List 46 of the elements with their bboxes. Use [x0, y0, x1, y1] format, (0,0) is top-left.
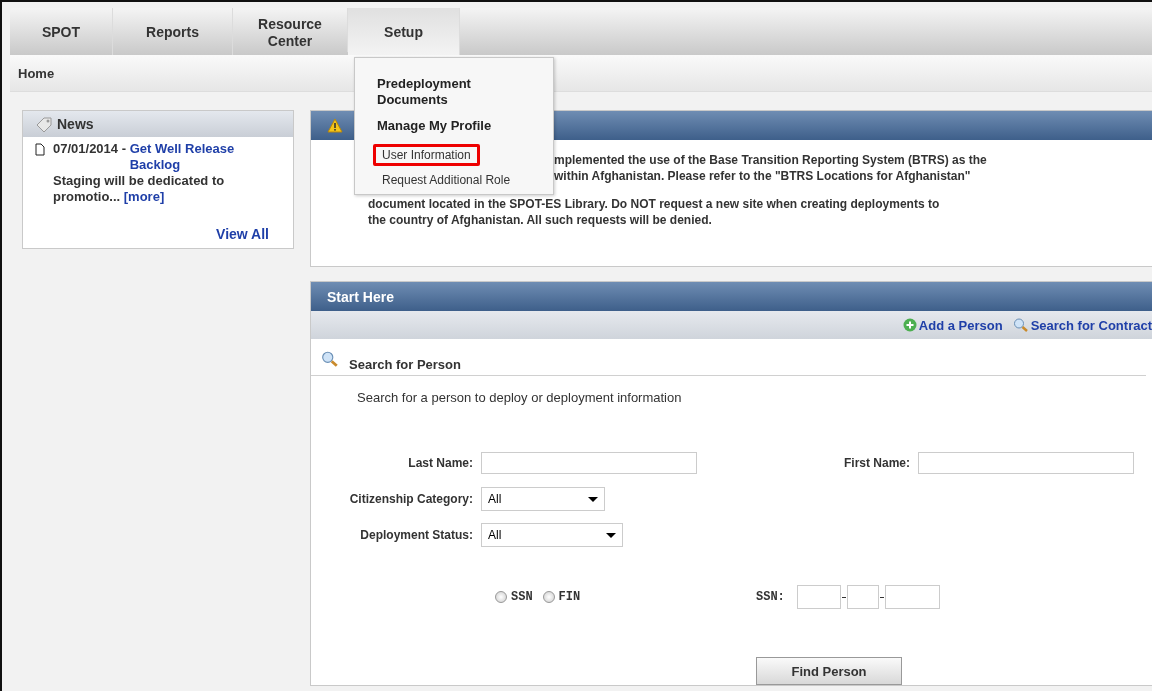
section-title: Search for Person: [349, 357, 461, 372]
news-date: 07/01/2014 -: [53, 141, 127, 158]
ssn-input[interactable]: [846, 585, 879, 609]
radio-button[interactable]: [495, 591, 507, 603]
view-all-link[interactable]: View All: [216, 226, 269, 242]
breadcrumb-home[interactable]: Home: [18, 65, 55, 81]
last-name-input[interactable]: [481, 452, 697, 474]
search-icon: [321, 351, 339, 367]
menu-item[interactable]: User Information: [373, 144, 480, 166]
caret-icon: [606, 532, 616, 538]
more-link[interactable]: [more]: [123, 189, 165, 204]
action-link[interactable]: Add a Person: [902, 317, 1003, 333]
search-icon: [1012, 318, 1029, 332]
news-summary: Staging will be dedicated to promotio... [more]: [53, 173, 226, 205]
tag-icon: [35, 116, 53, 132]
menu-heading[interactable]: Predeployment Documents: [375, 76, 543, 108]
field-label: SSN:: [756, 590, 785, 604]
field-label: Last Name:: [407, 456, 473, 470]
alert-text: the country of Afghanistan. All such requests will be denied.: [368, 212, 712, 228]
deployment-status-select[interactable]: All: [481, 523, 623, 547]
action-link[interactable]: Search for Contract: [1012, 317, 1152, 333]
menu-heading[interactable]: Manage My Profile: [375, 118, 543, 134]
citizenship-select[interactable]: All: [481, 487, 605, 511]
radio-label: SSN: [511, 590, 533, 604]
find-person-button[interactable]: Find Person: [756, 657, 902, 685]
field-label: Deployment Status:: [359, 528, 473, 542]
field-label: Citizenship Category:: [348, 492, 473, 506]
news-link[interactable]: Get Well Release Backlog: [129, 141, 258, 173]
alert-text: mplemented the use of the Base Transition Reporting System (BTRS) as the: [554, 152, 987, 168]
news-title: News: [57, 116, 94, 132]
plus-icon: [902, 318, 917, 332]
nav-tab[interactable]: Setup: [348, 8, 460, 55]
ssn-input[interactable]: [796, 585, 841, 609]
panel-title: Start Here: [327, 288, 394, 305]
alert-text: within Afghanistan. Please refer to the "BTRS Locations for Afghanistan": [554, 168, 971, 184]
first-name-input[interactable]: [918, 452, 1134, 474]
alert-text: document located in the SPOT-ES Library. Do NOT request a new site when creating deployments to: [368, 196, 940, 212]
field-label: First Name:: [842, 456, 910, 470]
menu-item[interactable]: Request Additional Role: [373, 169, 520, 191]
caret-icon: [588, 496, 598, 502]
radio-button[interactable]: [542, 591, 555, 603]
ssn-input[interactable]: [884, 585, 940, 609]
warning-icon: [327, 118, 343, 133]
document-icon: [35, 143, 45, 156]
radio-label: FIN: [558, 590, 581, 604]
section-description: Search for a person to deploy or deployment information: [356, 389, 683, 405]
